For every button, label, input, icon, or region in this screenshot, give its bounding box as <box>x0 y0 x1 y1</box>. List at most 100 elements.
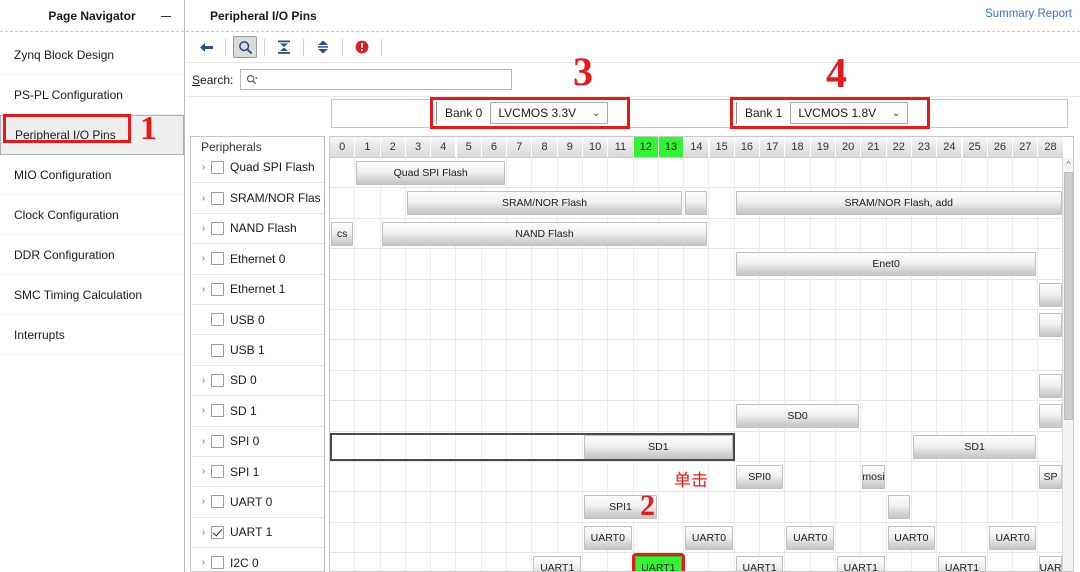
pin-cell[interactable] <box>355 492 381 523</box>
pin-cell[interactable] <box>937 218 963 250</box>
pin-cell[interactable] <box>482 401 508 432</box>
pin-cell[interactable] <box>583 340 609 371</box>
peripheral-row[interactable]: › UART 0 <box>191 486 324 517</box>
pin-assignment-block[interactable]: UART0 <box>988 525 1037 550</box>
pin-cell[interactable] <box>659 492 685 523</box>
pin-column-header[interactable]: 26 <box>987 137 1014 158</box>
pin-cell[interactable] <box>684 340 710 371</box>
pin-cell[interactable] <box>330 188 356 219</box>
search-dropdown-icon[interactable] <box>246 74 258 86</box>
pin-assignment-block[interactable]: UART0 <box>584 525 632 550</box>
pin-cell[interactable] <box>710 401 735 432</box>
pin-cell[interactable] <box>608 158 634 189</box>
pin-cell[interactable] <box>811 218 836 250</box>
pin-cell[interactable] <box>811 462 836 493</box>
pin-assignment-block[interactable]: SPI1 <box>584 495 657 520</box>
pin-cell[interactable] <box>406 431 432 462</box>
pin-cell[interactable] <box>608 401 634 432</box>
pin-cell[interactable] <box>330 492 356 523</box>
sidebar-item-interrupts[interactable]: Interrupts <box>0 315 184 355</box>
pin-column-header[interactable]: 24 <box>937 137 963 158</box>
chevron-up-icon[interactable]: ^ <box>1063 158 1073 170</box>
chevron-right-icon[interactable]: › <box>197 284 210 295</box>
pin-assignment-block[interactable]: SPI0 <box>735 465 784 489</box>
pin-cell[interactable] <box>507 370 533 402</box>
peripheral-checkbox[interactable] <box>211 556 224 570</box>
search-icon[interactable] <box>233 36 257 58</box>
pin-cell[interactable] <box>710 340 735 371</box>
pin-cell[interactable] <box>457 249 482 280</box>
pin-cell[interactable] <box>608 249 634 280</box>
peripheral-checkbox[interactable] <box>211 434 224 448</box>
chevron-right-icon[interactable]: › <box>197 193 210 204</box>
pin-column-header[interactable]: 7 <box>507 137 533 158</box>
pin-cell[interactable] <box>659 340 685 371</box>
pin-cell[interactable] <box>1013 340 1039 371</box>
pin-cell[interactable] <box>836 462 862 493</box>
pin-cell[interactable] <box>760 158 786 189</box>
pin-cell[interactable] <box>507 522 533 554</box>
pin-cell[interactable] <box>583 370 609 402</box>
pin-cell[interactable] <box>659 401 685 432</box>
pin-cell[interactable] <box>431 431 457 462</box>
pin-cell[interactable] <box>836 340 862 371</box>
pin-cell[interactable] <box>684 462 710 493</box>
pin-cell[interactable] <box>735 492 761 523</box>
pin-cell[interactable] <box>532 370 558 402</box>
pin-assignment-block[interactable] <box>1039 282 1062 307</box>
pin-cell[interactable] <box>836 158 862 189</box>
pin-assignment-block[interactable]: SD0 <box>735 404 860 429</box>
pin-cell[interactable] <box>608 340 634 371</box>
sidebar-item-smc-timing-calculation[interactable]: SMC Timing Calculation <box>0 275 184 315</box>
pin-cell[interactable] <box>861 158 887 189</box>
pin-cell[interactable] <box>811 279 836 310</box>
summary-report-link[interactable]: Summary Report <box>985 8 1072 20</box>
collapse-all-icon[interactable] <box>272 36 296 58</box>
pin-cell[interactable] <box>684 158 710 189</box>
pin-cell[interactable] <box>330 340 356 371</box>
chevron-right-icon[interactable]: › <box>197 436 210 447</box>
pin-column-header[interactable]: 9 <box>557 137 583 158</box>
pin-cell[interactable] <box>988 310 1014 341</box>
pin-cell[interactable] <box>659 310 685 341</box>
pin-cell[interactable] <box>735 310 761 341</box>
pin-cell[interactable] <box>785 158 811 189</box>
pin-cell[interactable] <box>330 431 356 462</box>
pin-cell[interactable] <box>330 401 356 432</box>
pin-cell[interactable] <box>507 158 533 189</box>
pin-cell[interactable] <box>1013 462 1039 493</box>
pin-cell[interactable] <box>507 431 533 462</box>
pin-assignment-block[interactable] <box>887 495 910 520</box>
pin-cell[interactable] <box>1013 310 1039 341</box>
pin-cell[interactable] <box>532 462 558 493</box>
pin-cell[interactable] <box>381 370 406 402</box>
peripheral-checkbox[interactable] <box>211 313 224 327</box>
pin-assignment-block[interactable]: UART0 <box>887 525 936 550</box>
sidebar-item-zynq-block-design[interactable]: Zynq Block Design <box>0 35 184 75</box>
pin-cell[interactable] <box>532 158 558 189</box>
pin-cell[interactable] <box>634 249 659 280</box>
pin-cell[interactable] <box>988 492 1014 523</box>
pin-cell[interactable] <box>583 310 609 341</box>
pin-cell[interactable] <box>558 158 583 189</box>
pin-cell[interactable] <box>1038 522 1064 554</box>
pin-cell[interactable] <box>861 370 887 402</box>
pin-cell[interactable] <box>355 462 381 493</box>
chevron-right-icon[interactable]: › <box>197 466 210 477</box>
chevron-right-icon[interactable]: › <box>197 496 210 507</box>
pin-column-header[interactable]: 1 <box>355 137 381 158</box>
pin-cell[interactable] <box>937 522 963 554</box>
pin-cell[interactable] <box>532 340 558 371</box>
pin-cell[interactable] <box>988 462 1014 493</box>
scrollbar-thumb[interactable] <box>1064 172 1073 420</box>
pin-cell[interactable] <box>710 218 735 250</box>
pin-cell[interactable] <box>634 522 659 554</box>
pin-assignment-block[interactable] <box>1039 313 1062 337</box>
pin-cell[interactable] <box>608 310 634 341</box>
pin-cell[interactable] <box>684 492 710 523</box>
pin-cell[interactable] <box>406 370 432 402</box>
pin-cell[interactable] <box>558 401 583 432</box>
pin-assignment-block[interactable]: UAR <box>1039 556 1062 571</box>
pin-cell[interactable] <box>482 249 508 280</box>
pin-cell[interactable] <box>760 522 786 554</box>
